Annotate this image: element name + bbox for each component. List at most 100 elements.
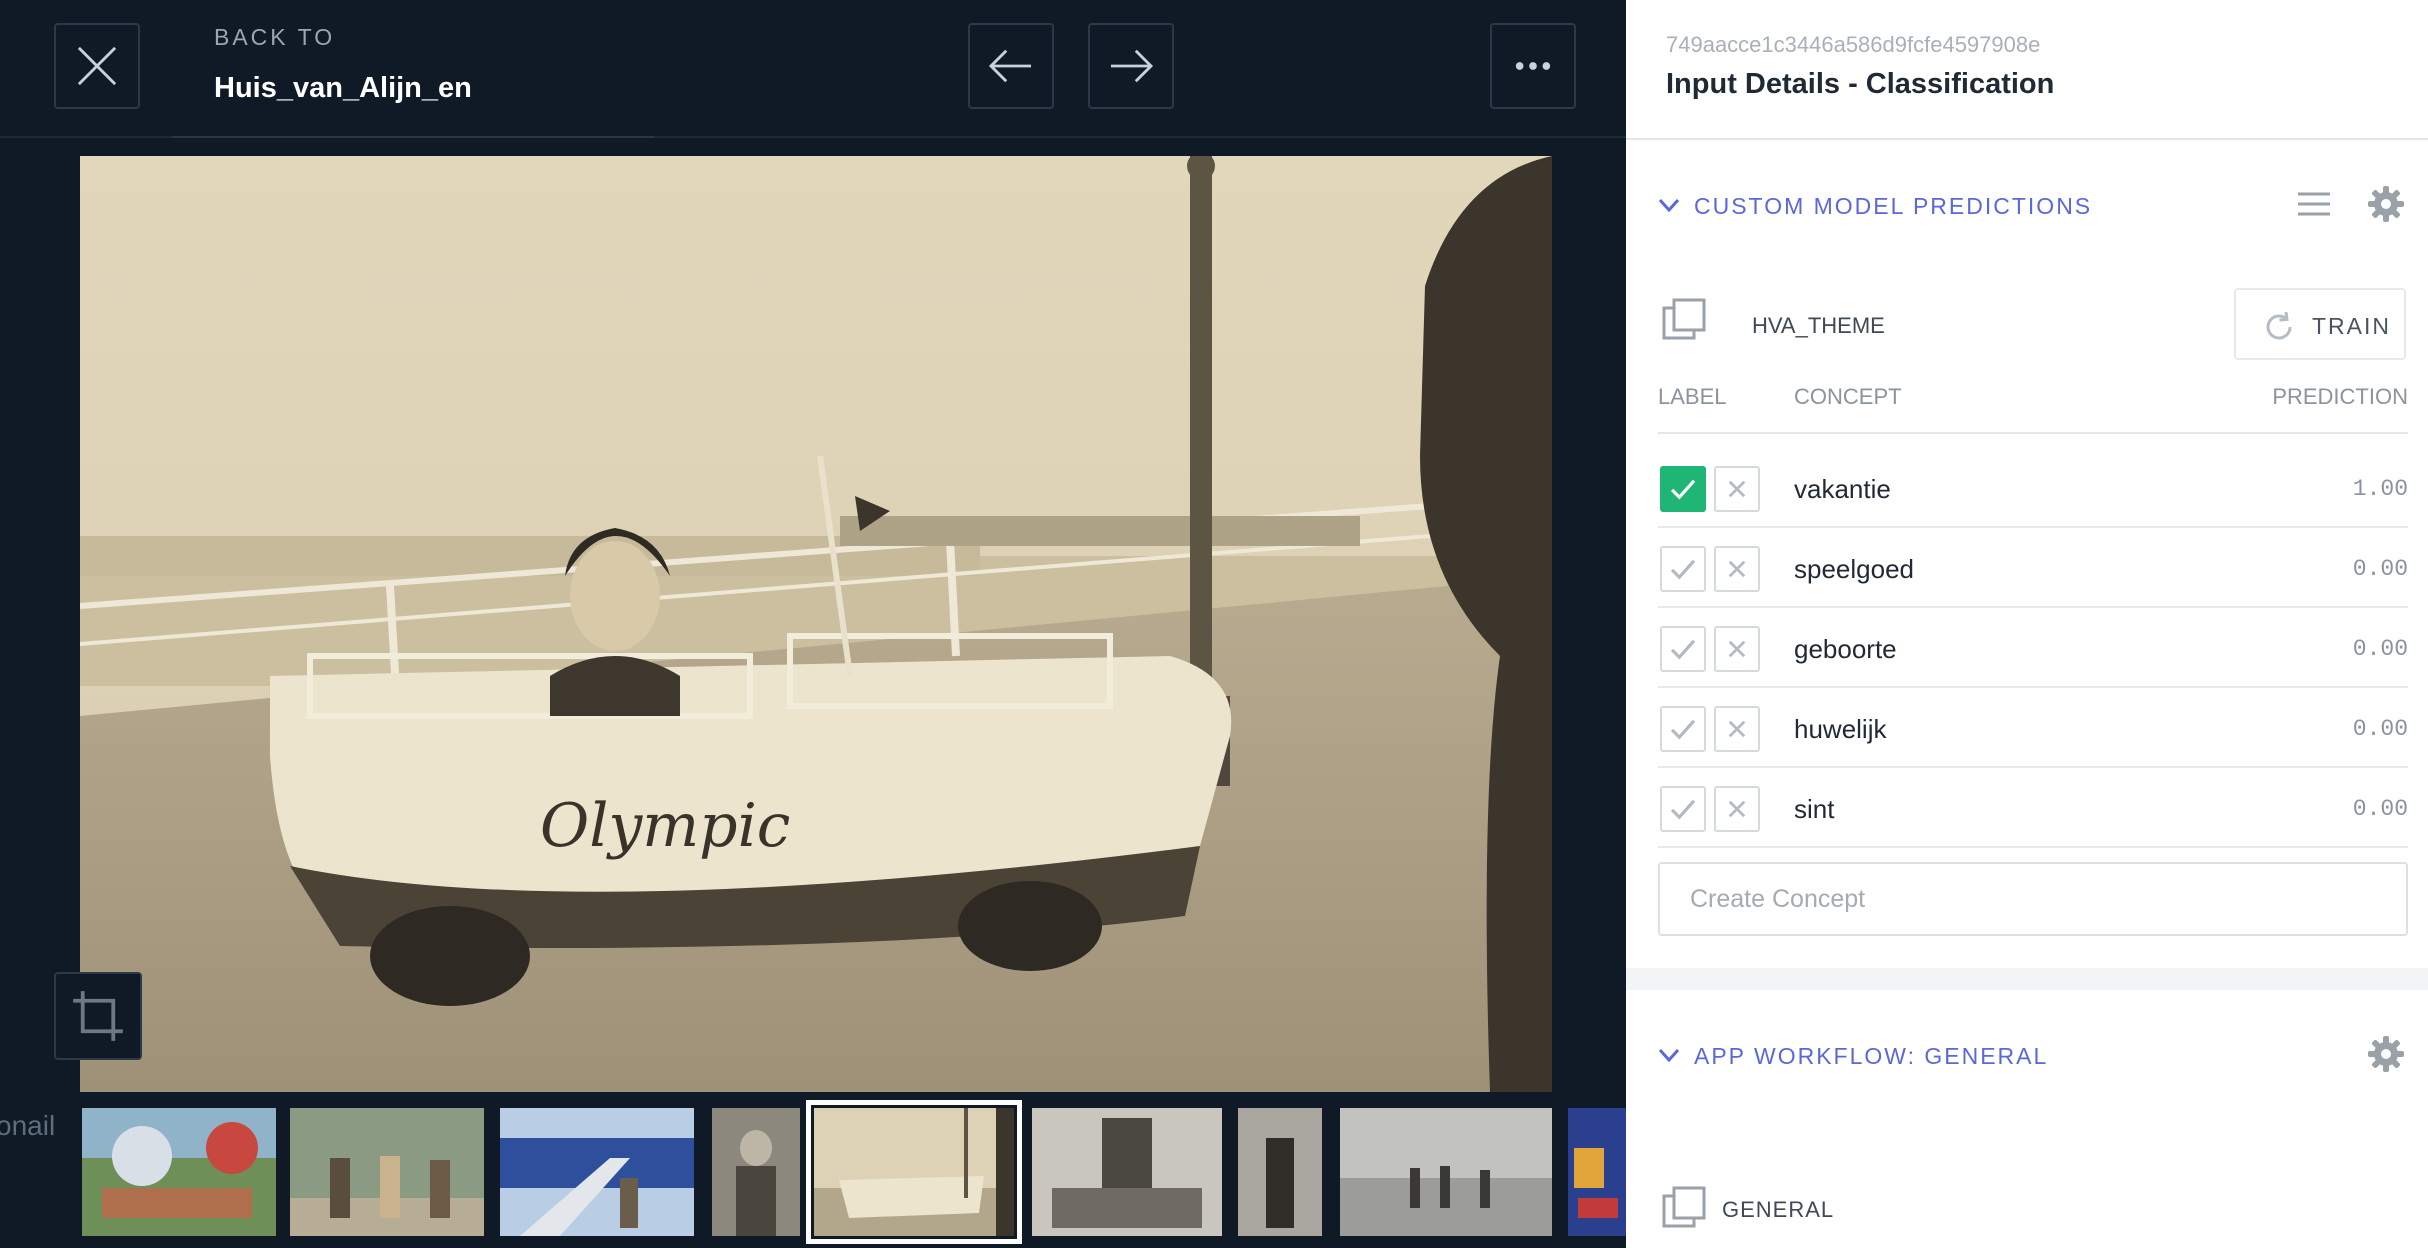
next-button[interactable] <box>1088 23 1174 109</box>
concept-name: vakantie <box>1794 474 1891 504</box>
thumbnail-beach-umbrellas[interactable] <box>82 1108 276 1236</box>
crop-icon <box>73 991 123 1041</box>
prediction-value: 0.00 <box>2352 556 2408 582</box>
gear-icon <box>2368 1036 2404 1072</box>
label-positive-button[interactable] <box>1660 626 1706 672</box>
x-icon <box>1728 720 1746 738</box>
column-header-concept: CONCEPT <box>1794 384 1902 409</box>
prediction-value: 0.00 <box>2352 796 2408 822</box>
custom-predictions-settings-button[interactable] <box>2366 184 2406 224</box>
collapse-workflow-chevron[interactable] <box>1656 1042 1682 1068</box>
thumbnail-image <box>500 1108 694 1236</box>
main-image[interactable]: Olympic <box>80 156 1552 1092</box>
label-positive-button[interactable] <box>1660 546 1706 592</box>
prediction-row: geboorte 0.00 <box>1658 608 2408 688</box>
close-button[interactable] <box>54 23 140 109</box>
image-viewer: BACK TO Huis_van_Alijn_en Olympic onail <box>0 0 1626 1248</box>
thumbnail-olympic-boat-car[interactable] <box>806 1100 1022 1244</box>
thumbnail-image <box>82 1108 276 1236</box>
back-to-label: BACK TO <box>214 24 336 50</box>
previous-button[interactable] <box>968 23 1054 109</box>
train-button[interactable]: TRAIN <box>2234 288 2406 360</box>
label-positive-button[interactable] <box>1660 786 1706 832</box>
check-icon <box>1670 799 1696 820</box>
viewer-header: BACK TO Huis_van_Alijn_en <box>0 0 1626 138</box>
thumbnail-group-palms[interactable] <box>290 1108 484 1236</box>
thumbnail-kiosk-crowd[interactable] <box>1032 1108 1222 1236</box>
prediction-value: 0.00 <box>2352 716 2408 742</box>
section-separator <box>1626 968 2428 990</box>
concept-name: huwelijk <box>1794 714 1887 744</box>
more-options-button[interactable] <box>1490 23 1576 109</box>
prediction-row: huwelijk 0.00 <box>1658 688 2408 768</box>
label-negative-button[interactable] <box>1714 626 1760 672</box>
check-icon <box>1670 559 1696 580</box>
check-icon <box>1670 719 1696 740</box>
chevron-down-icon <box>1658 198 1680 213</box>
x-icon <box>1728 640 1746 658</box>
x-icon <box>1728 480 1746 498</box>
workflow-settings-button[interactable] <box>2366 1034 2406 1074</box>
prediction-row: vakantie 1.00 <box>1658 448 2408 528</box>
concept-name: geboorte <box>1794 634 1897 664</box>
label-positive-button[interactable] <box>1660 466 1706 512</box>
thumbnail-uniform-man[interactable] <box>712 1108 800 1236</box>
column-header-prediction: PREDICTION <box>2272 384 2408 409</box>
prediction-value: 1.00 <box>2352 476 2408 502</box>
crop-button[interactable] <box>54 972 142 1060</box>
svg-text:Olympic: Olympic <box>540 791 790 861</box>
thumbnail-image <box>1340 1108 1552 1236</box>
thumbnail-strip[interactable] <box>0 1100 1626 1248</box>
list-view-button[interactable] <box>2294 184 2334 224</box>
prediction-row: sint 0.00 <box>1658 768 2408 848</box>
hamburger-icon <box>2298 192 2330 216</box>
section-title-app-workflow[interactable]: APP WORKFLOW: GENERAL <box>1694 1043 2048 1070</box>
thumbnail-image <box>814 1108 1014 1236</box>
check-icon <box>1670 479 1696 500</box>
thumbnail-image <box>1568 1108 1626 1236</box>
column-header-label: LABEL <box>1658 384 1727 409</box>
arrow-left-icon <box>988 49 1032 83</box>
create-concept-input[interactable] <box>1658 862 2408 936</box>
input-details-panel: 749aacce1c3446a586d9fcfe4597908e Input D… <box>1626 0 2428 1248</box>
label-negative-button[interactable] <box>1714 706 1760 752</box>
train-label: TRAIN <box>2312 313 2391 339</box>
check-icon <box>1670 639 1696 660</box>
panel-title: Input Details - Classification <box>1666 68 2055 100</box>
copy-icon[interactable] <box>1660 296 1708 344</box>
workflow-model-name: GENERAL <box>1722 1197 1835 1222</box>
ellipsis-icon <box>1515 62 1551 70</box>
model-name: HVA_THEME <box>1752 313 1885 338</box>
thumbnail-bathers[interactable] <box>1238 1108 1322 1236</box>
thumbnail-image <box>1032 1108 1222 1236</box>
chevron-down-icon <box>1658 1048 1680 1063</box>
divider <box>1658 432 2408 434</box>
x-icon <box>1728 560 1746 578</box>
label-negative-button[interactable] <box>1714 786 1760 832</box>
concept-name: speelgoed <box>1794 554 1914 584</box>
thumbnail-airplane-stairs[interactable] <box>500 1108 694 1236</box>
refresh-icon <box>2266 311 2292 340</box>
thumbnail-image <box>290 1108 484 1236</box>
olympic-boat-car-photo: Olympic <box>80 156 1552 1092</box>
thumbnail-image <box>712 1108 800 1236</box>
concept-name: sint <box>1794 794 1835 824</box>
divider <box>172 136 654 138</box>
back-to-link[interactable]: Huis_van_Alijn_en <box>214 72 472 105</box>
thumbnail-beach-kids[interactable] <box>1340 1108 1552 1236</box>
thumbnail-poster[interactable] <box>1568 1108 1626 1236</box>
label-negative-button[interactable] <box>1714 546 1760 592</box>
gear-icon <box>2368 186 2404 222</box>
label-positive-button[interactable] <box>1660 706 1706 752</box>
prediction-value: 0.00 <box>2352 636 2408 662</box>
copy-icon[interactable] <box>1660 1184 1708 1232</box>
divider <box>1626 138 2428 140</box>
x-icon <box>1728 800 1746 818</box>
close-icon <box>77 46 117 86</box>
label-negative-button[interactable] <box>1714 466 1760 512</box>
input-id: 749aacce1c3446a586d9fcfe4597908e <box>1666 32 2041 57</box>
section-title-custom-predictions[interactable]: CUSTOM MODEL PREDICTIONS <box>1694 193 2092 220</box>
arrow-right-icon <box>1110 49 1154 83</box>
collapse-custom-predictions-chevron[interactable] <box>1656 192 1682 218</box>
prediction-row: speelgoed 0.00 <box>1658 528 2408 608</box>
